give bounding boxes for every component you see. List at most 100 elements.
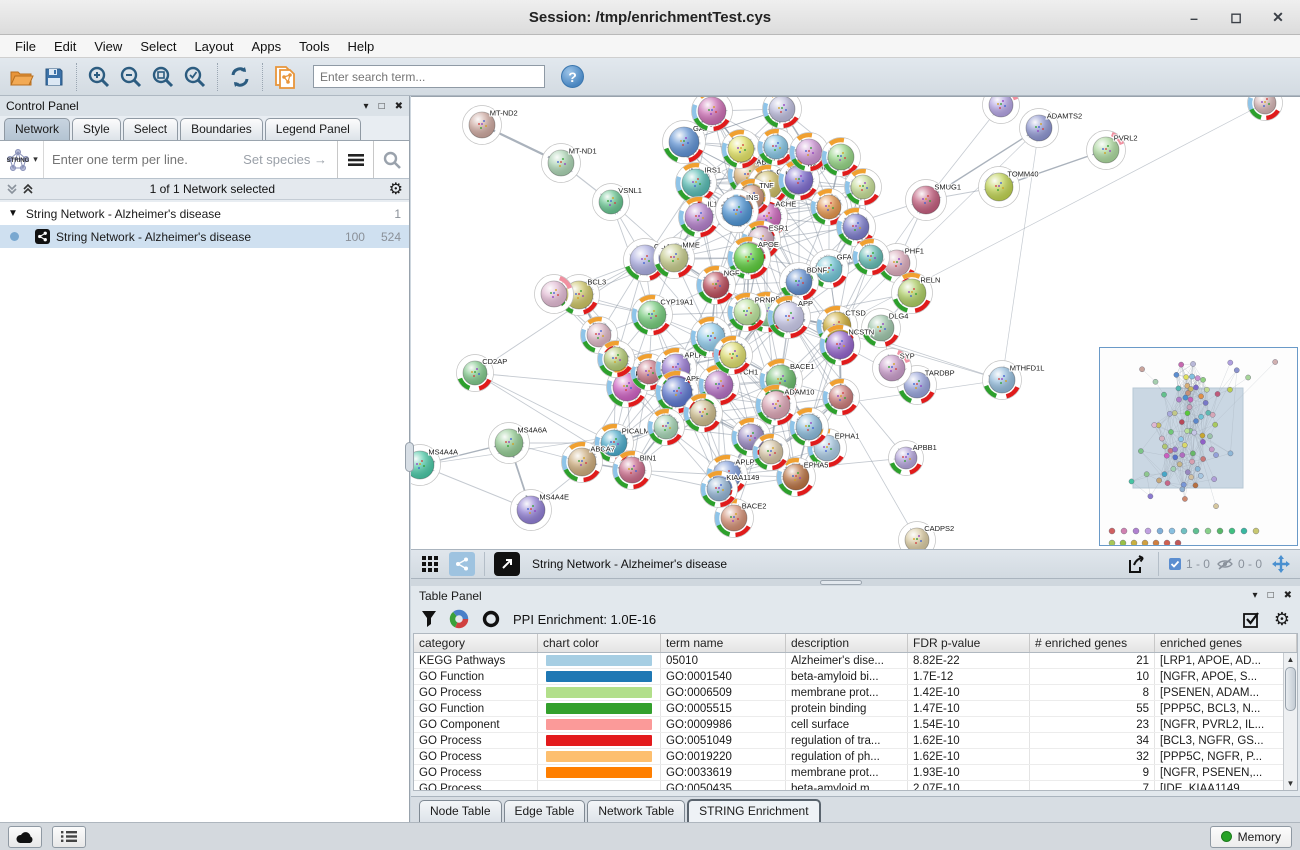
help-button[interactable]: ? (561, 65, 584, 88)
network-collection-row[interactable]: ▼ String Network - Alzheimer's disease 1 (0, 202, 409, 225)
protein-node-tardbp[interactable]: TARDBP (898, 366, 955, 405)
table-row[interactable]: GO FunctionGO:0005515protein binding1.47… (414, 701, 1297, 717)
table-row[interactable]: GO ProcessGO:0019220regulation of ph...1… (414, 749, 1297, 765)
protein-node-ms4a4a[interactable]: MS4A4A (411, 445, 458, 486)
splitter-handle[interactable] (820, 580, 862, 585)
panel-menu-icon[interactable]: ▾ (1253, 590, 1258, 601)
network-canvas[interactable]: MT-ND2MT-ND1VSNL1CD2APMS4A4AMS4A6AMS4A4E… (411, 96, 1300, 549)
export-view-button[interactable] (1123, 552, 1149, 576)
zoom-in-button[interactable] (83, 62, 115, 92)
tab-select[interactable]: Select (123, 118, 178, 140)
tab-boundaries[interactable]: Boundaries (180, 118, 263, 140)
memory-button[interactable]: Memory (1210, 826, 1292, 848)
tab-style[interactable]: Style (72, 118, 121, 140)
open-session-button[interactable] (6, 62, 38, 92)
table-row[interactable]: GO ProcessGO:0051049regulation of tra...… (414, 733, 1297, 749)
protein-node-cd2ap[interactable]: CD2AP (457, 355, 508, 392)
menu-tools[interactable]: Tools (290, 37, 338, 56)
close-panel-icon[interactable]: ✖ (1284, 590, 1292, 601)
panel-splitter-handle[interactable] (405, 442, 414, 472)
protein-node[interactable] (763, 97, 802, 129)
network-options-gear-icon[interactable]: ⚙ (389, 179, 403, 199)
column-header[interactable]: FDR p-value (908, 634, 1030, 652)
table-scrollbar[interactable]: ▲ ▼ (1283, 653, 1297, 790)
protein-node-adamts2[interactable]: ADAMTS2 (1020, 109, 1083, 148)
filter-icon[interactable] (421, 610, 437, 628)
column-header[interactable]: category (414, 634, 538, 652)
cloud-services-button[interactable] (8, 826, 42, 848)
save-session-button[interactable] (38, 62, 70, 92)
protein-node-cyp19a1[interactable]: CYP19A1 (632, 295, 694, 336)
panel-menu-icon[interactable]: ▾ (364, 101, 369, 112)
minimize-icon[interactable]: – (1186, 10, 1202, 26)
scroll-up-icon[interactable]: ▲ (1284, 655, 1297, 664)
menu-layout[interactable]: Layout (185, 37, 242, 56)
maximize-icon[interactable]: ◻ (1228, 9, 1244, 26)
string-query-input[interactable] (44, 141, 337, 178)
scroll-down-icon[interactable]: ▼ (1284, 779, 1297, 788)
import-network-button[interactable] (269, 62, 301, 92)
protein-node-apbb1[interactable]: APBB1 (889, 441, 937, 476)
select-all-checkbox-icon[interactable] (1243, 611, 1260, 628)
protein-node-ncstn[interactable]: NCSTN (820, 325, 875, 366)
zoom-fit-button[interactable] (147, 62, 179, 92)
column-header[interactable]: # enriched genes (1030, 634, 1155, 652)
protein-node-smug1[interactable]: SMUG1 (906, 180, 962, 221)
protein-node[interactable] (853, 239, 890, 276)
tab-string-enrichment[interactable]: STRING Enrichment (687, 799, 820, 822)
scrollbar-thumb[interactable] (1285, 667, 1296, 711)
table-row[interactable]: GO ProcessGO:0006509membrane prot...1.42… (414, 685, 1297, 701)
zoom-out-button[interactable] (115, 62, 147, 92)
menu-edit[interactable]: Edit (45, 37, 85, 56)
collapse-expand-icons[interactable] (6, 183, 36, 195)
float-panel-icon[interactable]: □ (1268, 590, 1274, 601)
ring-chart-icon[interactable] (481, 609, 501, 629)
table-row[interactable]: KEGG Pathways05010Alzheimer's dise...8.8… (414, 653, 1297, 669)
string-search-button[interactable] (373, 141, 409, 178)
birds-eye-view[interactable] (1099, 347, 1298, 546)
close-icon[interactable]: ✕ (1270, 9, 1286, 26)
search-input[interactable] (313, 65, 545, 88)
menu-file[interactable]: File (6, 37, 45, 56)
protein-node-pvrl2[interactable]: PVRL2 (1087, 131, 1138, 170)
table-row[interactable]: GO ProcessGO:0033619membrane prot...1.93… (414, 765, 1297, 781)
protein-node-vsnl1[interactable]: VSNL1 (593, 184, 642, 221)
protein-node-mthfd1l[interactable]: MTHFD1L (983, 361, 1045, 400)
table-row[interactable]: GO ComponentGO:0009986cell surface1.54E-… (414, 717, 1297, 733)
protein-node-reln[interactable]: RELN (892, 273, 941, 314)
tab-legend-panel[interactable]: Legend Panel (265, 118, 361, 140)
string-options-button[interactable] (337, 141, 373, 178)
chart-donut-icon[interactable] (449, 609, 469, 629)
column-header[interactable]: chart color (538, 634, 661, 652)
task-history-button[interactable] (52, 826, 86, 848)
column-header[interactable]: description (786, 634, 908, 652)
protein-node-cadps2[interactable]: CADPS2 (899, 522, 955, 550)
refresh-button[interactable] (224, 62, 256, 92)
detach-view-button[interactable] (494, 552, 520, 576)
network-row[interactable]: String Network - Alzheimer's disease 100… (0, 225, 409, 248)
menu-apps[interactable]: Apps (243, 37, 291, 56)
protein-node-abca7[interactable]: ABCA7 (562, 442, 616, 483)
column-header[interactable]: term name (661, 634, 786, 652)
protein-node-tomm40[interactable]: TOMM40 (979, 167, 1039, 208)
tab-edge-table[interactable]: Edge Table (504, 800, 586, 822)
tab-network[interactable]: Network (4, 118, 70, 140)
close-panel-icon[interactable]: ✖ (395, 101, 403, 112)
table-settings-gear-icon[interactable]: ⚙ (1274, 609, 1290, 630)
collection-expander-icon[interactable]: ▼ (8, 208, 18, 219)
menu-select[interactable]: Select (131, 37, 185, 56)
string-protein-query-button[interactable]: STRING ▾ (0, 141, 44, 178)
column-header[interactable]: enriched genes (1155, 634, 1297, 652)
protein-node[interactable] (983, 97, 1020, 124)
zoom-selected-button[interactable] (179, 62, 211, 92)
enrichment-table[interactable]: categorychart colorterm namedescriptionF… (413, 633, 1298, 791)
tab-node-table[interactable]: Node Table (419, 800, 502, 822)
float-panel-icon[interactable]: □ (379, 101, 385, 112)
grid-view-button[interactable] (417, 552, 443, 576)
table-row[interactable]: GO FunctionGO:0001540beta-amyloid bi...1… (414, 669, 1297, 685)
protein-node[interactable] (1248, 97, 1283, 121)
pan-mode-button[interactable] (1268, 552, 1294, 576)
menu-help[interactable]: Help (339, 37, 384, 56)
menu-view[interactable]: View (85, 37, 131, 56)
protein-node-ms4a4e[interactable]: MS4A4E (511, 490, 570, 531)
